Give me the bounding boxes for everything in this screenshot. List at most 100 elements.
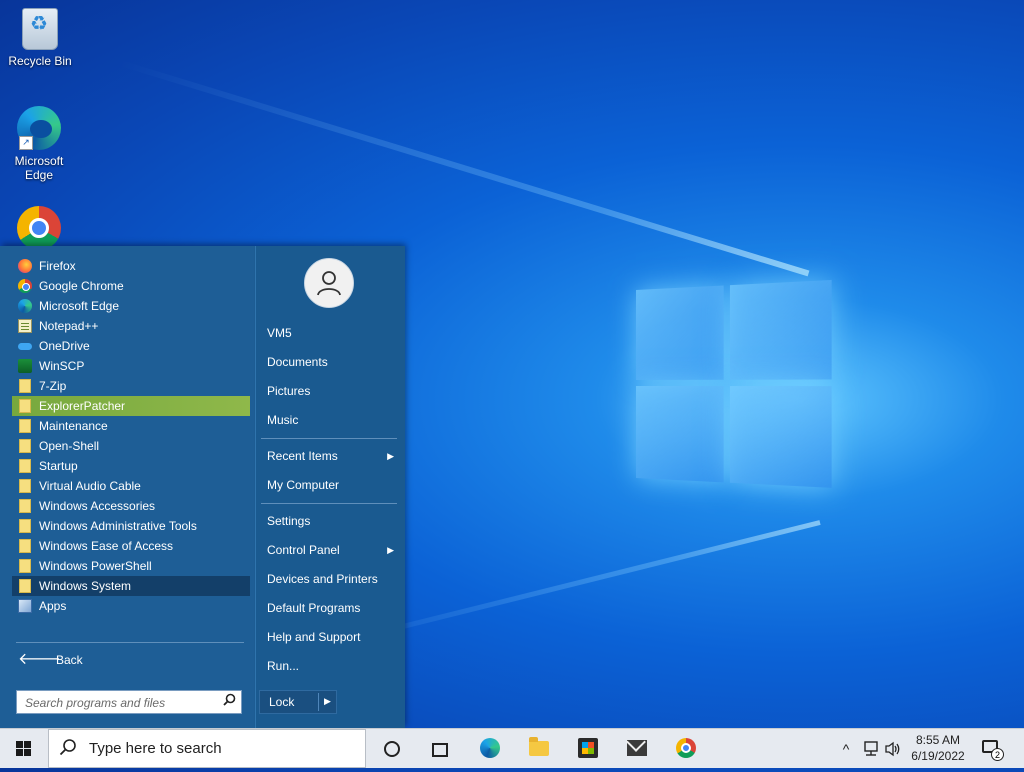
program-folder-windows-powershell[interactable]: Windows PowerShell (12, 556, 250, 576)
folder-icon (19, 499, 31, 513)
desktop-icon-edge[interactable]: ↗ Microsoft Edge (1, 106, 77, 182)
user-avatar-icon[interactable] (304, 258, 354, 308)
notification-count-badge: 2 (991, 748, 1004, 761)
program-apps[interactable]: Apps (12, 596, 250, 616)
back-label: Back (56, 653, 83, 667)
folder-icon (19, 559, 31, 573)
folder-icon (19, 399, 31, 413)
program-folder-7zip[interactable]: 7-Zip (12, 376, 250, 396)
taskbar-clock[interactable]: 8:55 AM 6/19/2022 (900, 732, 976, 764)
program-folder-startup[interactable]: Startup (12, 456, 250, 476)
show-hidden-icons-button[interactable]: ^ (838, 729, 854, 769)
program-folder-virtual-audio-cable[interactable]: Virtual Audio Cable (12, 476, 250, 496)
store-icon (578, 738, 598, 758)
menu-item-label: Default Programs (267, 601, 361, 615)
wallpaper-light-beam (119, 60, 810, 277)
cortana-icon (384, 741, 400, 757)
program-onedrive[interactable]: OneDrive (12, 336, 250, 356)
winscp-icon (18, 359, 32, 373)
folder-icon (19, 519, 31, 533)
menu-item-default-programs[interactable]: Default Programs (260, 597, 398, 619)
menu-item-devices-and-printers[interactable]: Devices and Printers (260, 568, 398, 590)
program-label: Startup (39, 459, 78, 473)
folder-icon (19, 479, 31, 493)
taskbar-search-input[interactable] (87, 739, 351, 758)
lock-options-arrow-icon[interactable]: ▶ (324, 696, 331, 707)
taskbar: ^ 8:55 AM 6/19/2022 2 (0, 728, 1024, 768)
recycle-bin-icon (22, 8, 58, 50)
program-folder-windows-accessories[interactable]: Windows Accessories (12, 496, 250, 516)
program-label: OneDrive (39, 339, 90, 353)
program-folder-windows-system[interactable]: Windows System (12, 576, 250, 596)
program-label: Windows System (39, 579, 132, 593)
menu-item-label: Help and Support (267, 630, 361, 644)
chrome-icon (18, 279, 32, 293)
taskbar-edge-button[interactable] (466, 729, 514, 769)
program-label: Windows Ease of Access (39, 539, 174, 553)
menu-item-help-and-support[interactable]: Help and Support (260, 626, 398, 648)
program-folder-windows-ease-of-access[interactable]: Windows Ease of Access (12, 536, 250, 556)
menu-divider (16, 642, 244, 643)
firefox-icon (18, 259, 32, 273)
search-icon[interactable] (223, 693, 236, 709)
program-winscp[interactable]: WinSCP (12, 356, 250, 376)
menu-item-label: Music (267, 413, 299, 427)
folder-icon (19, 539, 31, 553)
lock-button[interactable]: Lock ▶ (259, 690, 337, 714)
program-folder-windows-administrative-tools[interactable]: Windows Administrative Tools (12, 516, 250, 536)
back-button[interactable]: 🡐 Back (18, 650, 238, 670)
folder-icon (19, 579, 31, 593)
program-folder-explorerpatcher[interactable]: ExplorerPatcher (12, 396, 250, 416)
program-microsoft-edge[interactable]: Microsoft Edge (12, 296, 250, 316)
menu-item-label: Control Panel (267, 543, 340, 557)
folder-icon (19, 439, 31, 453)
program-label: WinSCP (39, 359, 85, 373)
start-search-box (16, 690, 242, 714)
taskbar-chrome-button[interactable] (662, 729, 710, 769)
menu-item-run[interactable]: Run... (260, 655, 398, 677)
start-search-input[interactable] (23, 692, 217, 714)
menu-item-label: Run... (267, 659, 300, 673)
menu-item-pictures[interactable]: Pictures (260, 380, 398, 402)
program-label: Windows Administrative Tools (39, 519, 197, 533)
onedrive-icon (18, 343, 32, 350)
menu-item-recent-items[interactable]: Recent Items ▶ (260, 445, 398, 467)
windows-logo-icon (16, 741, 32, 757)
menu-item-settings[interactable]: Settings (260, 510, 398, 532)
start-menu: Firefox Google Chrome Microsoft Edge Not… (0, 246, 405, 728)
menu-divider (261, 503, 397, 504)
mail-icon (627, 740, 647, 756)
menu-item-my-computer[interactable]: My Computer (260, 474, 398, 496)
program-label: 7-Zip (39, 379, 67, 393)
edge-icon (480, 738, 500, 758)
program-label: Maintenance (39, 419, 108, 433)
wallpaper-windows-logo (636, 279, 832, 490)
cortana-button[interactable] (368, 729, 416, 769)
action-center-button[interactable]: 2 (980, 737, 1004, 761)
lock-label: Lock (269, 695, 295, 709)
menu-item-documents[interactable]: Documents (260, 351, 398, 373)
desktop-icon-recycle-bin[interactable]: Recycle Bin (2, 8, 78, 68)
apps-icon (18, 599, 32, 613)
program-label: Open-Shell (39, 439, 100, 453)
taskbar-store-button[interactable] (564, 729, 612, 769)
start-button[interactable] (0, 729, 48, 769)
menu-item-control-panel[interactable]: Control Panel ▶ (260, 539, 398, 561)
program-folder-maintenance[interactable]: Maintenance (12, 416, 250, 436)
menu-item-music[interactable]: Music (260, 409, 398, 431)
program-notepad-plus-plus[interactable]: Notepad++ (12, 316, 250, 336)
chrome-icon (676, 738, 696, 758)
program-folder-open-shell[interactable]: Open-Shell (12, 436, 250, 456)
program-google-chrome[interactable]: Google Chrome (12, 276, 250, 296)
chevron-up-icon: ^ (842, 741, 850, 757)
taskbar-mail-button[interactable] (613, 729, 661, 769)
network-button[interactable] (862, 729, 880, 769)
folder-icon (19, 379, 31, 393)
menu-item-label: Documents (267, 355, 328, 369)
clock-date: 6/19/2022 (911, 749, 965, 763)
taskbar-file-explorer-button[interactable] (515, 729, 563, 769)
menu-item-user-vm5[interactable]: VM5 (260, 322, 398, 344)
program-firefox[interactable]: Firefox (12, 256, 250, 276)
taskbar-search-box (48, 729, 366, 768)
task-view-button[interactable] (416, 729, 464, 769)
